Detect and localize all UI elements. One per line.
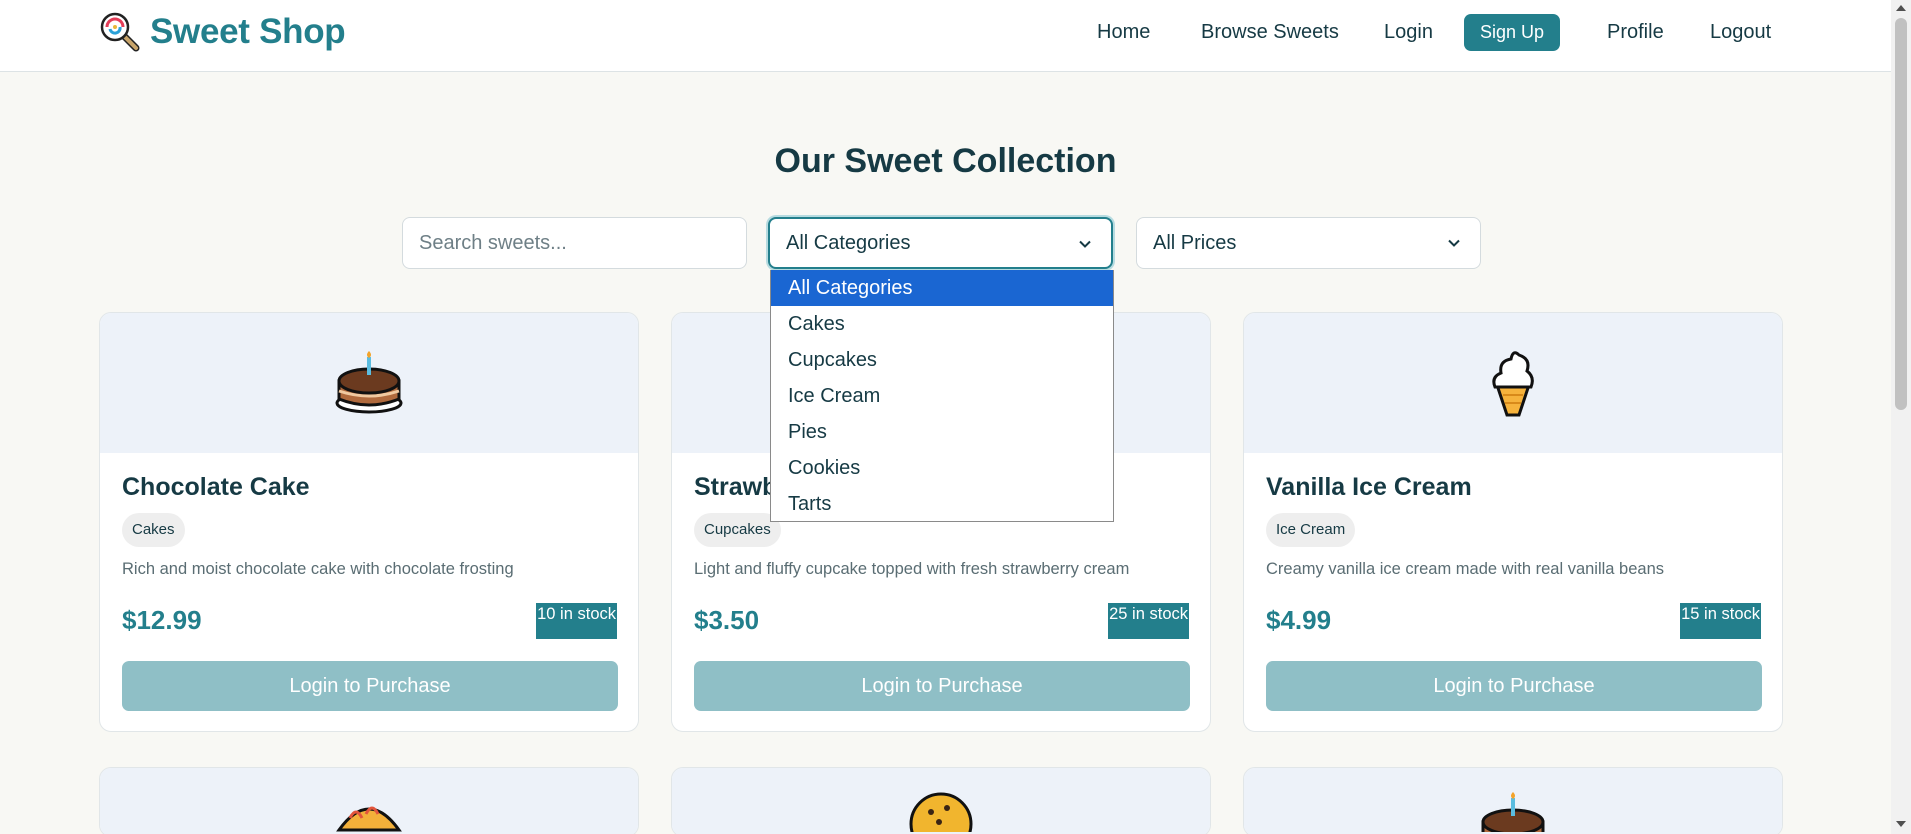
product-image xyxy=(672,768,1210,834)
cookie-icon xyxy=(909,792,973,832)
category-badge: Cakes xyxy=(122,513,185,547)
product-card: Vanilla Ice Cream Ice Cream Creamy vanil… xyxy=(1243,312,1783,732)
signup-button[interactable]: Sign Up xyxy=(1464,14,1561,51)
category-option-tarts[interactable]: Tarts xyxy=(771,486,1113,521)
product-image xyxy=(1244,313,1782,453)
category-badge: Cupcakes xyxy=(694,513,781,547)
login-to-purchase-button[interactable]: Login to Purchase xyxy=(122,661,618,711)
cake-icon xyxy=(335,351,403,414)
product-name: Chocolate Cake xyxy=(122,473,310,501)
product-image xyxy=(1244,768,1782,834)
price-select-value: All Prices xyxy=(1153,232,1237,254)
pie-icon xyxy=(336,806,402,832)
product-card xyxy=(671,767,1211,834)
nav-logout[interactable]: Logout xyxy=(1710,14,1771,51)
product-card: Chocolate Cake Cakes Rich and moist choc… xyxy=(99,312,639,732)
product-card xyxy=(99,767,639,834)
product-description: Rich and moist chocolate cake with choco… xyxy=(122,560,514,578)
scroll-thumb[interactable] xyxy=(1895,18,1907,410)
nav-home[interactable]: Home xyxy=(1097,14,1150,51)
product-image xyxy=(100,313,638,453)
product-description: Light and fluffy cupcake topped with fre… xyxy=(694,560,1130,578)
login-to-purchase-button[interactable]: Login to Purchase xyxy=(1266,661,1762,711)
category-select[interactable]: All Categories xyxy=(768,217,1113,269)
category-dropdown-list[interactable]: All Categories Cakes Cupcakes Ice Cream … xyxy=(770,270,1114,522)
product-name: Strawb xyxy=(694,473,778,501)
category-option-all[interactable]: All Categories xyxy=(771,270,1113,306)
product-card xyxy=(1243,767,1783,834)
category-option-cupcakes[interactable]: Cupcakes xyxy=(771,342,1113,378)
cake-icon xyxy=(1481,792,1545,832)
product-image xyxy=(100,768,638,834)
main-nav: Home Browse Sweets Login Sign Up Profile… xyxy=(0,14,1891,51)
category-option-cakes[interactable]: Cakes xyxy=(771,306,1113,342)
product-price: $3.50 xyxy=(694,605,760,635)
login-to-purchase-button[interactable]: Login to Purchase xyxy=(694,661,1190,711)
product-description: Creamy vanilla ice cream made with real … xyxy=(1266,560,1665,578)
nav-profile[interactable]: Profile xyxy=(1607,14,1664,51)
category-select-value: All Categories xyxy=(786,232,911,254)
scroll-up-arrow-icon[interactable] xyxy=(1896,5,1906,11)
price-select[interactable]: All Prices xyxy=(1136,217,1481,269)
category-badge: Ice Cream xyxy=(1266,513,1356,547)
stock-badge: 25 in stock xyxy=(1108,603,1189,639)
stock-badge: 10 in stock xyxy=(536,603,617,639)
chevron-down-icon xyxy=(1079,240,1091,248)
chevron-down-icon xyxy=(1448,239,1460,247)
nav-login[interactable]: Login xyxy=(1384,14,1433,51)
ice-cream-icon xyxy=(1492,351,1534,417)
search-input[interactable] xyxy=(402,217,747,269)
category-option-cookies[interactable]: Cookies xyxy=(771,450,1113,486)
category-option-ice-cream[interactable]: Ice Cream xyxy=(771,378,1113,414)
page-scrollbar[interactable] xyxy=(1891,0,1911,834)
site-header: Sweet Shop Home Browse Sweets Login Sign… xyxy=(0,0,1891,72)
product-name: Vanilla Ice Cream xyxy=(1266,473,1472,501)
page-title: Our Sweet Collection xyxy=(774,142,1117,180)
stock-badge: 15 in stock xyxy=(1680,603,1761,639)
product-price: $12.99 xyxy=(122,605,202,635)
scroll-down-arrow-icon[interactable] xyxy=(1896,821,1906,827)
category-option-pies[interactable]: Pies xyxy=(771,414,1113,450)
nav-browse-sweets[interactable]: Browse Sweets xyxy=(1201,14,1339,51)
product-price: $4.99 xyxy=(1266,605,1332,635)
